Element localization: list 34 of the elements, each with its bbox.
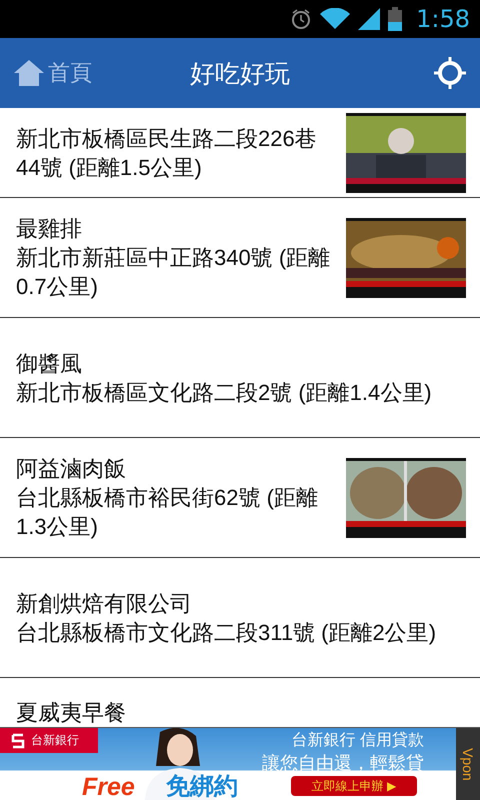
place-row[interactable]: 阿益滷肉飯 台北縣板橋市裕民街62號 (距離1.3公里) [0, 438, 480, 558]
place-address: 台北縣板橋市文化路二段311號 (距離2公里) [16, 618, 438, 646]
place-row[interactable]: 夏威夷早餐 [0, 678, 480, 727]
locate-button[interactable] [434, 57, 466, 89]
home-icon [14, 60, 44, 86]
alarm-icon [290, 8, 312, 30]
brand-name: 台新銀行 [31, 732, 79, 749]
signal-icon [358, 8, 380, 30]
place-row[interactable]: 御醬風 新北市板橋區文化路二段2號 (距離1.4公里) [0, 318, 480, 438]
logo-icon [10, 732, 26, 748]
place-row[interactable]: 最雞排 新北市新莊區中正路340號 (距離0.7公里) [0, 198, 480, 318]
ad-network-name: Vpon [460, 748, 476, 780]
clock-time: 1:58 [416, 5, 470, 33]
crosshair-icon [434, 57, 466, 89]
place-name: 夏威夷早餐 [16, 699, 127, 727]
place-address: 新北市板橋區文化路二段2號 (距離1.4公里) [16, 378, 433, 406]
place-name: 阿益滷肉飯 [16, 455, 127, 483]
page-title: 好吃好玩 [190, 58, 290, 90]
place-row[interactable]: 新北市板橋區民生路二段226巷44號 (距離1.5公里) [0, 108, 480, 198]
place-row[interactable]: 新創烘焙有限公司 台北縣板橋市文化路二段311號 (距離2公里) [0, 558, 480, 678]
ad-offer: 免綁約 [166, 774, 238, 800]
home-button[interactable]: 首頁 [14, 58, 92, 88]
ad-network-tab[interactable]: Vpon [456, 728, 480, 800]
place-address: 新北市新莊區中正路340號 (距離0.7公里) [16, 244, 332, 301]
place-address: 新北市板橋區民生路二段226巷44號 (距離1.5公里) [16, 124, 318, 182]
ad-free-text: Free [82, 774, 135, 800]
place-name: 御醬風 [16, 350, 83, 378]
place-name: 新創烘焙有限公司 [16, 590, 193, 618]
wifi-icon [320, 8, 350, 30]
battery-icon [388, 7, 402, 31]
ad-headline: 台新銀行 信用貸款 [292, 730, 424, 751]
apply-button[interactable]: 立即線上申辦 ▶ [291, 776, 417, 796]
place-address: 台北縣板橋市裕民街62號 (距離1.3公里) [16, 484, 319, 541]
place-name: 最雞排 [16, 215, 83, 243]
